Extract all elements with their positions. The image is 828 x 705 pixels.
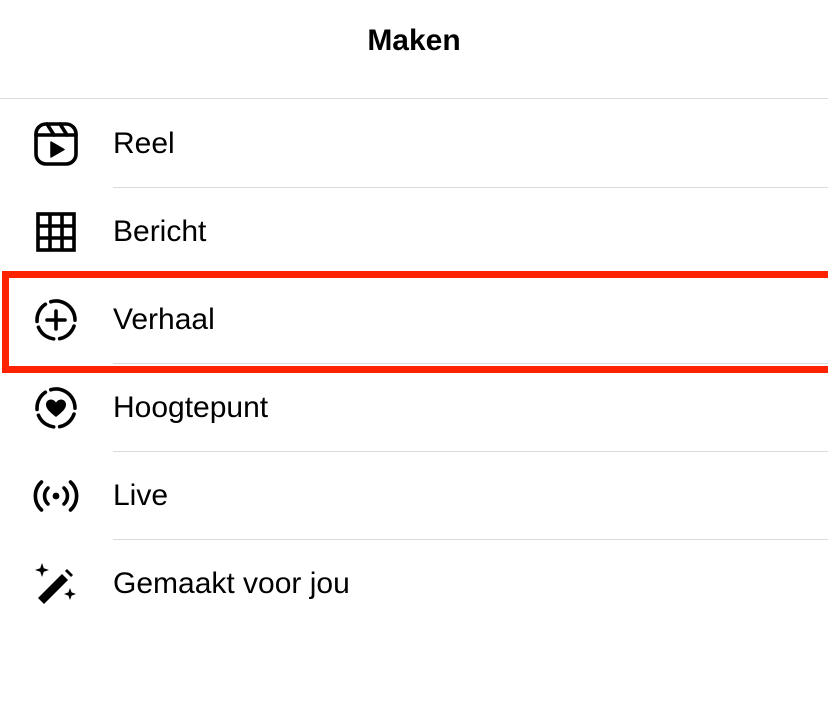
menu-item-live[interactable]: Live xyxy=(0,452,828,540)
story-add-icon xyxy=(32,296,80,344)
menu-item-gemaakt-voor-jou[interactable]: Gemaakt voor jou xyxy=(0,540,828,628)
menu-item-bericht[interactable]: Bericht xyxy=(0,188,828,276)
menu-item-hoogtepunt[interactable]: Hoogtepunt xyxy=(0,364,828,452)
menu-item-label: Reel xyxy=(113,127,175,160)
live-broadcast-icon xyxy=(32,472,80,520)
menu-item-label: Bericht xyxy=(113,215,207,248)
grid-icon xyxy=(32,208,80,256)
menu-item-verhaal[interactable]: Verhaal xyxy=(0,276,828,364)
menu-item-reel[interactable]: Reel xyxy=(0,100,828,188)
sheet-header: Maken xyxy=(0,0,828,99)
create-menu: Reel Bericht Verhaal Hoogtepunt Live Gem… xyxy=(0,100,828,628)
menu-item-label: Live xyxy=(113,479,169,512)
highlight-heart-icon xyxy=(32,384,80,432)
menu-item-label: Gemaakt voor jou xyxy=(113,567,350,600)
reel-icon xyxy=(32,120,80,168)
menu-item-label: Verhaal xyxy=(113,303,215,336)
sheet-title: Maken xyxy=(367,24,461,57)
magic-wand-icon xyxy=(32,560,80,608)
menu-item-label: Hoogtepunt xyxy=(113,391,269,424)
